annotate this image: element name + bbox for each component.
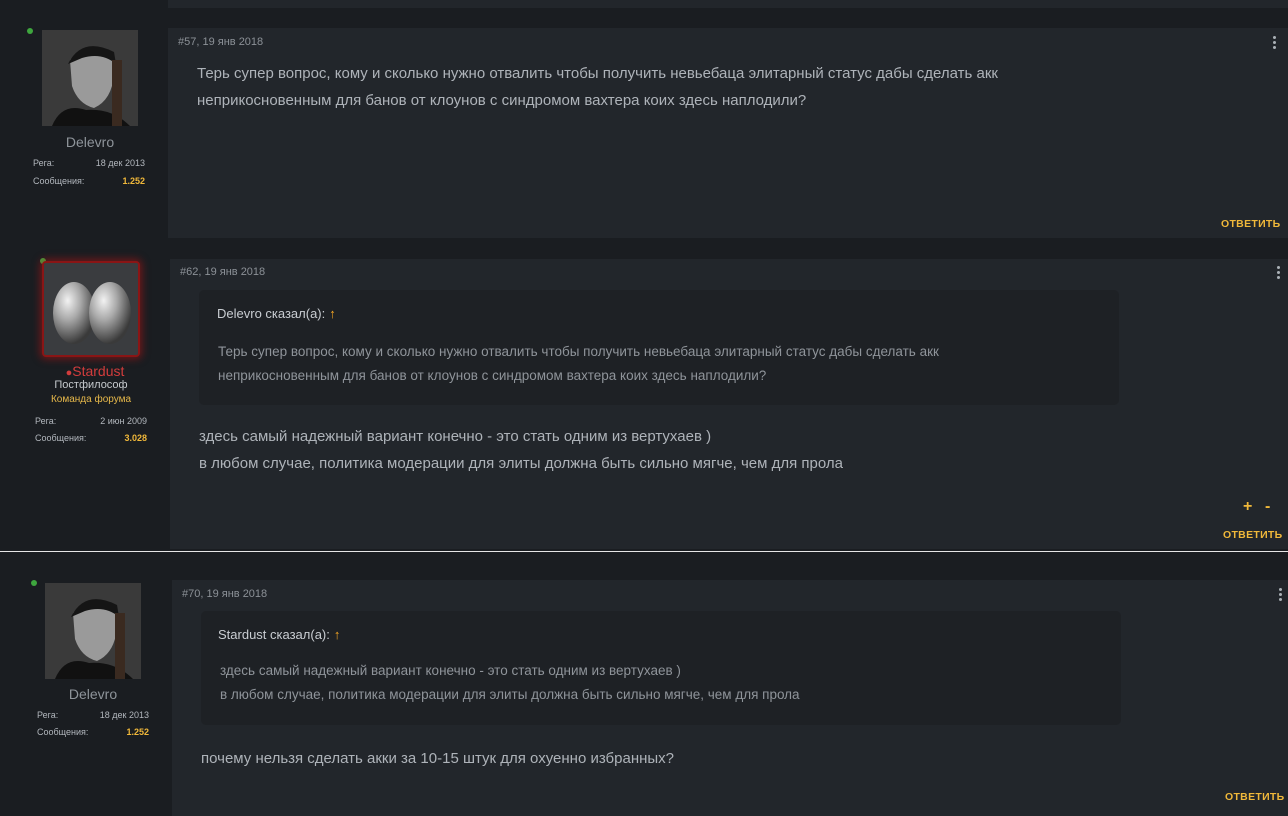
quote-author[interactable]: Delevro сказал(а): ↑	[217, 306, 336, 321]
quote-line: здесь самый надежный вариант конечно - э…	[220, 663, 681, 678]
post-70: Delevro Рега: 18 дек 2013 Сообщения: 1.2…	[0, 552, 1288, 816]
stat-label-registered: Рега:	[33, 158, 55, 168]
stat-value-registered: 2 июн 2009	[100, 416, 147, 426]
username[interactable]: ●Stardust	[35, 363, 155, 379]
post-permalink[interactable]: #57, 19 янв 2018	[178, 36, 263, 48]
quote-author[interactable]: Stardust сказал(а): ↑	[218, 627, 340, 642]
quote-author-text: Delevro сказал(а):	[217, 306, 326, 321]
jump-to-quote-icon[interactable]: ↑	[334, 627, 341, 642]
username-text: Stardust	[72, 363, 125, 379]
stat-value-registered: 18 дек 2013	[99, 710, 149, 720]
quote-text: здесь самый надежный вариант конечно - э…	[220, 659, 1100, 707]
jump-to-quote-icon[interactable]: ↑	[329, 306, 336, 321]
avatar[interactable]	[45, 583, 141, 679]
post-menu-icon[interactable]	[1279, 588, 1283, 603]
message-line: в любом случае, политика модерации для э…	[199, 455, 843, 472]
reply-button[interactable]: ОТВЕТИТЬ	[1223, 529, 1283, 541]
post-message: Терь супер вопрос, кому и сколько нужно …	[197, 60, 1257, 114]
quote-text: Терь супер вопрос, кому и сколько нужно …	[218, 340, 1098, 388]
user-title: Постфилософ	[54, 379, 128, 391]
avatar[interactable]	[42, 261, 140, 357]
stat-value-messages[interactable]: 1.252	[64, 727, 149, 737]
message-line: здесь самый надежный вариант конечно - э…	[199, 428, 712, 445]
post-57: Delevro Рега: 18 дек 2013 Сообщения: 1.2…	[0, 0, 1288, 245]
vote-minus-button[interactable]: -	[1265, 498, 1270, 516]
quote-line: неприкосновенным для банов от клоунов с …	[218, 368, 767, 383]
vote-plus-button[interactable]: +	[1243, 498, 1252, 516]
post-message: здесь самый надежный вариант конечно - э…	[199, 423, 1259, 477]
quote-line: Терь супер вопрос, кому и сколько нужно …	[218, 344, 939, 359]
post-62: ●Stardust Постфилософ Команда форума Рег…	[0, 245, 1288, 551]
post-permalink[interactable]: #70, 19 янв 2018	[182, 588, 267, 600]
staff-banner: Команда форума	[50, 394, 132, 405]
post-message: почему нельзя сделать акки за 10-15 штук…	[201, 745, 1261, 772]
online-indicator-icon	[27, 28, 33, 34]
message-line: почему нельзя сделать акки за 10-15 штук…	[201, 750, 675, 767]
reply-button[interactable]: ОТВЕТИТЬ	[1225, 791, 1285, 803]
post-permalink[interactable]: #62, 19 янв 2018	[180, 266, 265, 278]
message-line: неприкосновенным для банов от клоунов с …	[197, 92, 807, 109]
quote-block: Stardust сказал(а): ↑ здесь самый надежны…	[201, 611, 1121, 725]
stat-label-registered: Рега:	[35, 416, 57, 426]
post-menu-icon[interactable]	[1273, 36, 1277, 51]
online-indicator-icon	[31, 580, 37, 586]
username[interactable]: Delevro	[30, 134, 150, 150]
message-line: Терь супер вопрос, кому и сколько нужно …	[197, 65, 998, 82]
stat-value-registered: 18 дек 2013	[95, 158, 145, 168]
username[interactable]: Delevro	[33, 686, 153, 702]
post-menu-icon[interactable]	[1277, 266, 1281, 281]
quote-line: в любом случае, политика модерации для э…	[220, 687, 800, 702]
stat-value-messages[interactable]: 1.252	[60, 176, 145, 186]
stat-label-registered: Рега:	[37, 710, 59, 720]
stat-value-messages[interactable]: 3.028	[62, 433, 147, 443]
avatar[interactable]	[42, 30, 138, 126]
quote-author-text: Stardust сказал(а):	[218, 627, 330, 642]
reply-button[interactable]: ОТВЕТИТЬ	[1221, 218, 1281, 230]
quote-block: Delevro сказал(а): ↑ Терь супер вопрос, к…	[199, 290, 1119, 405]
